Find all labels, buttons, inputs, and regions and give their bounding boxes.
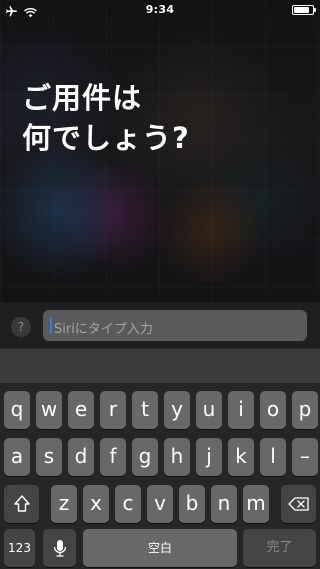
dictation-key[interactable] xyxy=(43,529,76,567)
numbers-key[interactable]: 123 xyxy=(4,529,35,567)
key-i[interactable]: i xyxy=(228,391,254,429)
status-bar: 9:34 xyxy=(0,0,320,20)
key-a[interactable]: a xyxy=(4,438,30,476)
key-j[interactable]: j xyxy=(196,438,222,476)
key-r[interactable]: r xyxy=(100,391,126,429)
key-f[interactable]: f xyxy=(100,438,126,476)
key-p[interactable]: p xyxy=(292,391,318,429)
key-t[interactable]: t xyxy=(132,391,158,429)
siri-screen: 9:34 ご用件は 何でしょう? ? Siriにタイプ入力 q w e r t … xyxy=(0,0,320,569)
key-o[interactable]: o xyxy=(260,391,286,429)
key-l[interactable]: l xyxy=(260,438,286,476)
done-key[interactable]: 完了 xyxy=(243,529,316,567)
key-y[interactable]: y xyxy=(164,391,190,429)
type-to-siri-field[interactable]: Siriにタイプ入力 xyxy=(43,310,307,341)
microphone-icon xyxy=(53,540,66,557)
shift-icon xyxy=(13,495,30,512)
key-dash[interactable]: – xyxy=(292,438,318,476)
key-c[interactable]: c xyxy=(115,485,141,523)
key-h[interactable]: h xyxy=(164,438,190,476)
siri-prompt: ご用件は 何でしょう? xyxy=(22,78,302,158)
key-d[interactable]: d xyxy=(68,438,94,476)
status-time: 9:34 xyxy=(145,3,175,16)
key-g[interactable]: g xyxy=(132,438,158,476)
key-w[interactable]: w xyxy=(36,391,62,429)
key-e[interactable]: e xyxy=(68,391,94,429)
siri-prompt-line-1: ご用件は xyxy=(22,81,143,115)
key-m[interactable]: m xyxy=(243,485,269,523)
text-caret xyxy=(50,317,52,334)
keyboard: q w e r t y u i o p a s d f g h j k l – … xyxy=(0,383,320,569)
delete-icon xyxy=(287,497,309,511)
space-key[interactable]: 空白 xyxy=(83,529,237,567)
key-n[interactable]: n xyxy=(211,485,237,523)
key-q[interactable]: q xyxy=(4,391,30,429)
siri-prompt-line-2: 何でしょう? xyxy=(22,121,190,155)
shift-key[interactable] xyxy=(4,485,39,523)
battery-tip xyxy=(314,8,316,12)
type-to-siri-bar: ? Siriにタイプ入力 xyxy=(0,302,320,348)
key-x[interactable]: x xyxy=(83,485,109,523)
key-b[interactable]: b xyxy=(179,485,205,523)
key-z[interactable]: z xyxy=(51,485,77,523)
key-k[interactable]: k xyxy=(228,438,254,476)
key-u[interactable]: u xyxy=(196,391,222,429)
predictive-suggestion-bar xyxy=(0,348,320,383)
type-to-siri-placeholder: Siriにタイプ入力 xyxy=(54,322,153,337)
delete-key[interactable] xyxy=(281,485,316,523)
battery-fill xyxy=(294,7,309,13)
battery-icon xyxy=(292,5,316,15)
key-s[interactable]: s xyxy=(36,438,62,476)
help-button[interactable]: ? xyxy=(11,317,31,337)
key-v[interactable]: v xyxy=(147,485,173,523)
